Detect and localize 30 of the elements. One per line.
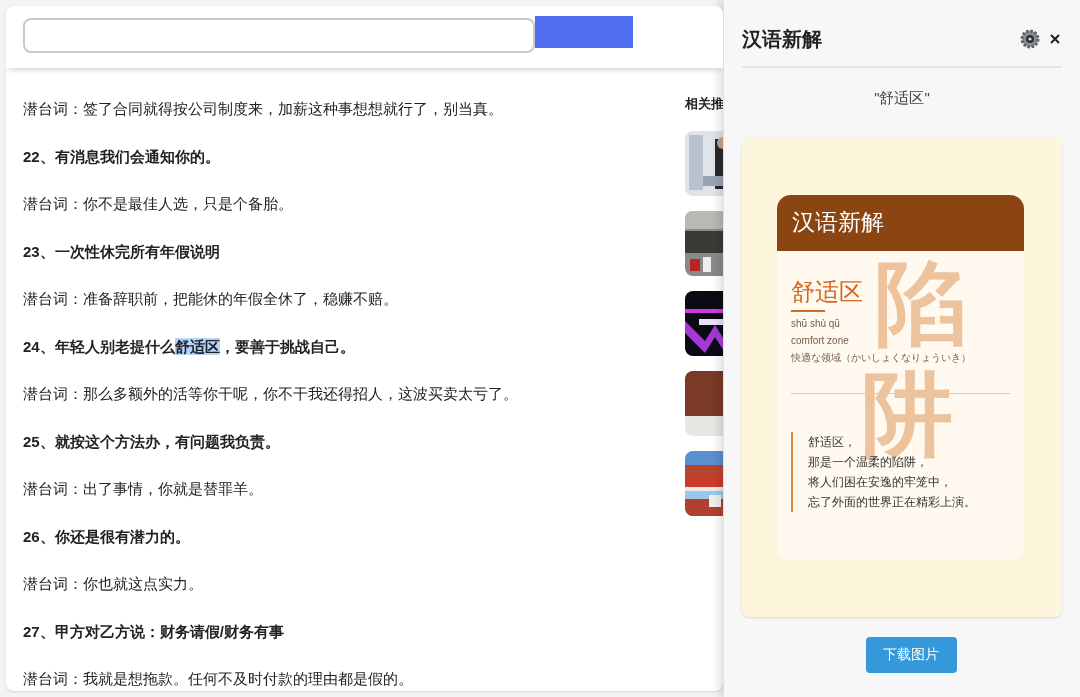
section-heading: 26、你还是很有潜力的。 <box>23 526 191 547</box>
section-heading: 27、甲方对乙方说：财务请假/财务有事 <box>23 621 285 642</box>
paragraph: 潜台词：那么多额外的活等你干呢，你不干我还得招人，这波买卖太亏了。 <box>23 384 518 404</box>
paragraph: 潜台词：你不是最佳人选，只是个备胎。 <box>23 194 294 214</box>
section-title: 相关推 <box>685 95 723 113</box>
english-text: comfort zone <box>791 333 849 348</box>
settings-icon[interactable] <box>1020 29 1040 49</box>
word-title: 舒适区 <box>791 276 863 307</box>
paragraph: 潜台词：我就是想拖款。任何不及时付款的理由都是假的。 <box>23 669 414 689</box>
quote-line: 舒适区， <box>808 433 856 451</box>
quote-line: 将人们困在安逸的牢笼中， <box>808 473 952 491</box>
pinyin-text: shū shù qū <box>791 316 840 331</box>
download-button[interactable]: 下载图片 <box>865 636 957 673</box>
japanese-text: 快適な领域（かいしょくなりょういき） <box>791 350 971 365</box>
underline-bar <box>791 309 825 312</box>
query-text: "舒适区" <box>873 88 931 108</box>
paragraph: 潜台词：出了事情，你就是替罪羊。 <box>23 479 264 499</box>
paragraph: 潜台词：你也就这点实力。 <box>23 574 204 594</box>
section-heading: 24、年轻人别老提什么舒适区，要善于挑战自己。 <box>23 336 356 357</box>
quote-line: 忘了外面的世界正在精彩上演。 <box>808 493 976 511</box>
close-icon[interactable] <box>1050 34 1060 44</box>
paragraph: 潜台词：签了合同就得按公司制度来，加薪这种事想想就行了，别当真。 <box>23 99 504 119</box>
search-field[interactable] <box>23 18 535 53</box>
decorative-character: 陷 <box>875 256 967 349</box>
panel-title: 汉语新解 <box>742 27 822 52</box>
section-heading: 23、一次性休完所有年假说明 <box>23 241 221 262</box>
paragraph: 潜台词：准备辞职前，把能休的年假全休了，稳赚不赔。 <box>23 289 399 309</box>
card-header: 汉语新解 <box>777 194 1024 251</box>
section-heading: 22、有消息我们会通知你的。 <box>23 146 221 167</box>
section-heading: 25、就按这个方法办，有问题我负责。 <box>23 431 281 452</box>
